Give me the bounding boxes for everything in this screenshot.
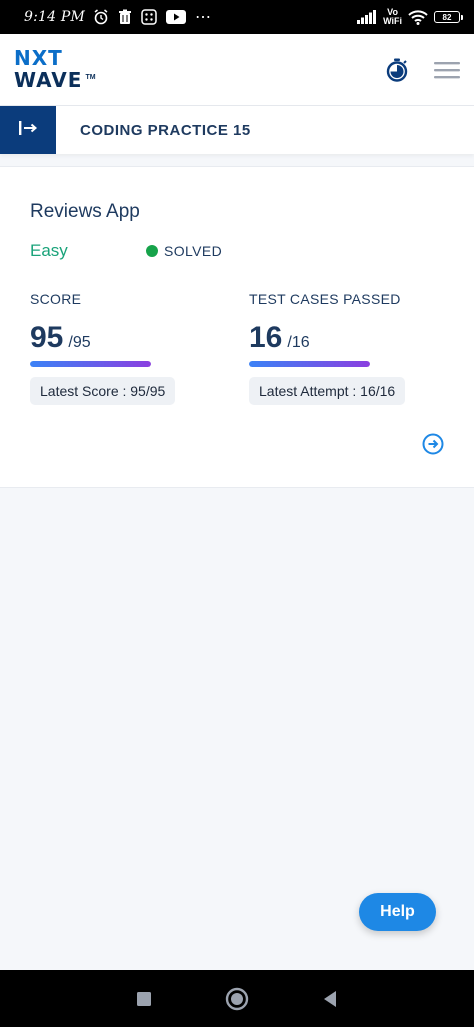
vowifi-indicator: Vo WiFi — [383, 7, 402, 26]
status-notification-icons: ⋯ — [93, 7, 212, 27]
latest-score-badge: Latest Score : 95/95 — [30, 377, 176, 405]
practice-title: CODING PRACTICE 15 — [80, 121, 251, 139]
test-cases-value: 16 — [249, 321, 283, 354]
status-dot-icon — [146, 245, 158, 257]
test-cases-total: /16 — [287, 334, 310, 351]
back-icon[interactable] — [322, 990, 338, 1008]
more-notifications-icon: ⋯ — [195, 9, 213, 26]
signal-icon — [357, 10, 377, 24]
latest-attempt-badge: Latest Attempt : 16/16 — [249, 377, 406, 405]
battery-icon: 82 — [434, 11, 463, 23]
score-total: /95 — [68, 334, 91, 351]
timer-icon[interactable] — [386, 58, 408, 82]
nxtwave-logo[interactable]: NXT WAVE TM — [14, 46, 96, 92]
status-bar: 9:14 PM ⋯ Vo WiFi 82 — [0, 0, 474, 34]
logo-text-bottom: WAVE — [14, 68, 83, 92]
menu-icon[interactable] — [434, 60, 460, 80]
app-icon — [141, 9, 157, 25]
status-text: SOLVED — [164, 243, 223, 259]
expand-icon — [18, 120, 38, 141]
test-cases-label: TEST CASES PASSED — [249, 291, 401, 307]
practice-sub-header: CODING PRACTICE 15 — [0, 106, 474, 154]
home-icon[interactable] — [225, 987, 249, 1011]
alarm-icon — [93, 9, 109, 25]
help-button[interactable]: Help — [359, 893, 436, 931]
score-progress-fill — [30, 361, 151, 367]
test-cases-block: TEST CASES PASSED 16 /16 Latest Attempt … — [249, 291, 449, 405]
recents-icon[interactable] — [136, 991, 152, 1007]
arrow-right-circle-icon[interactable] — [422, 433, 444, 455]
wifi-icon — [408, 9, 428, 25]
problem-title[interactable]: Reviews App — [30, 201, 140, 223]
score-value: 95 — [30, 321, 64, 354]
score-label: SCORE — [30, 291, 82, 307]
android-nav-bar — [0, 970, 474, 1027]
logo-text-top: NXT — [14, 46, 63, 70]
score-progress-bar — [30, 361, 151, 367]
problem-card: Reviews App Easy SOLVED SCORE 95 /95 Lat… — [0, 166, 474, 488]
youtube-icon — [166, 10, 187, 24]
test-cases-progress-fill — [249, 361, 370, 367]
trash-icon — [118, 9, 132, 25]
logo-trademark: TM — [85, 74, 96, 81]
solved-status: SOLVED — [146, 243, 222, 259]
status-system-icons: Vo WiFi 82 — [357, 7, 463, 26]
score-block: SCORE 95 /95 Latest Score : 95/95 — [30, 291, 230, 405]
app-header: NXT WAVE TM — [0, 34, 474, 106]
difficulty-label: Easy — [30, 241, 68, 260]
status-time: 9:14 PM — [24, 9, 86, 25]
expand-sidebar-button[interactable] — [0, 106, 56, 154]
test-cases-progress-bar — [249, 361, 370, 367]
